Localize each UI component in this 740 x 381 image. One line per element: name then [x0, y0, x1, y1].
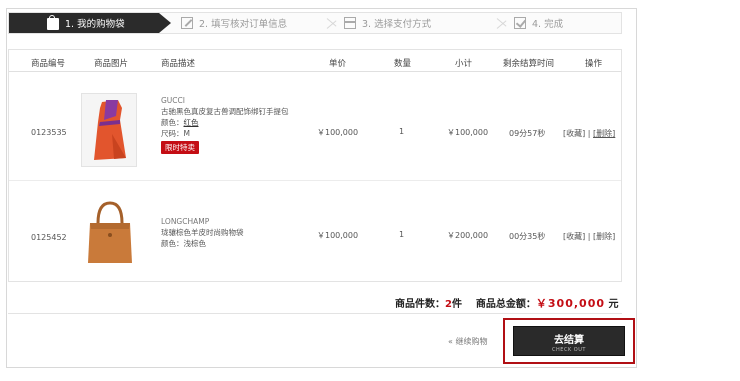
handbag-image	[88, 201, 132, 263]
continue-shopping-label: 继续购物	[455, 337, 488, 346]
item-count-label: 商品件数：	[395, 299, 445, 310]
product-brand: GUCCI	[161, 96, 185, 105]
total-currency: ￥	[535, 297, 548, 310]
row-actions: [收藏] | [删除]	[563, 231, 615, 242]
column-header: 小计	[455, 59, 473, 69]
total-label: 商品总金额：	[475, 299, 536, 310]
column-header: 单价	[329, 59, 347, 69]
checkout-label: 去结算	[554, 335, 584, 346]
step-arrow	[159, 13, 171, 33]
subtotal: ￥200,000	[447, 231, 489, 240]
step-fill-order-info: 2. 填写核对订单信息	[181, 13, 331, 33]
product-description: GUCCI 古驰黑色真皮复古兽调配饰绑钉手提包 颜色：红色 尺码：M 限时特卖	[161, 95, 289, 154]
delete-link[interactable]: [删除]	[593, 232, 615, 241]
time-remaining: 00分35秒	[509, 232, 546, 241]
checkout-highlight: 去结算 CHECK OUT	[503, 318, 635, 364]
time-remaining: 09分57秒	[509, 129, 546, 138]
product-size: 尺码：M	[161, 128, 289, 139]
divider	[8, 313, 622, 314]
total-unit: 元	[608, 299, 619, 310]
step-label: 1. 我的购物袋	[65, 19, 125, 30]
table-row: 0123535 GUCCI 古驰黑色真皮复古兽调配饰绑钉手提包 颜色：红色 尺码…	[9, 77, 621, 181]
step-choose-payment: 3. 选择支付方式	[344, 13, 484, 33]
product-color: 颜色：红色	[161, 117, 289, 128]
product-description: LONGCHAMP 珑骧棕色羊皮时尚购物袋 颜色：浅棕色	[161, 216, 244, 249]
card-icon	[344, 17, 356, 29]
shopping-bag-icon	[47, 15, 59, 30]
checkout-button[interactable]: 去结算 CHECK OUT	[513, 326, 625, 356]
favorite-link[interactable]: [收藏]	[563, 232, 585, 241]
double-chevron-left-icon: «	[448, 337, 453, 346]
product-brand: LONGCHAMP	[161, 217, 210, 226]
item-count-value: 2	[445, 299, 452, 310]
edit-icon	[181, 17, 193, 29]
column-header: 剩余结算时间	[503, 59, 555, 69]
product-image-dress[interactable]	[81, 93, 137, 167]
product-image-bag[interactable]	[81, 198, 137, 272]
delete-link[interactable]: [删除]	[593, 129, 615, 138]
step-label: 3. 选择支付方式	[362, 19, 432, 30]
color-label: 颜色：	[161, 239, 184, 248]
product-name: 珑骧棕色羊皮时尚购物袋	[161, 228, 244, 237]
step-chevron	[497, 13, 509, 33]
table-row: 0125452 LONGCHAMP 珑骧棕色羊皮时尚购物袋 颜色：浅棕色 ￥10…	[9, 182, 621, 286]
checkout-progress-steps: 1. 我的购物袋 2. 填写核对订单信息 3. 选择支付方式 4. 完成	[8, 12, 622, 34]
subtotal: ￥100,000	[447, 128, 489, 137]
step-shopping-bag: 1. 我的购物袋	[9, 13, 159, 33]
checkout-sub-label: CHECK OUT	[552, 347, 586, 353]
order-summary: 商品件数：2件 商品总金额：￥300,000 元	[395, 295, 619, 311]
product-color: 颜色：浅棕色	[161, 238, 244, 249]
unit-price: ￥100,000	[317, 231, 359, 240]
unit-price: ￥100,000	[317, 128, 359, 137]
row-actions: [收藏] | [删除]	[563, 128, 615, 139]
cart-table: 商品编号 商品图片 商品描述 单价 数量 小计 剩余结算时间 操作 012353…	[8, 49, 622, 282]
size-label: 尺码：	[161, 129, 184, 138]
color-value[interactable]: 红色	[184, 118, 199, 127]
flash-sale-badge: 限时特卖	[161, 141, 199, 154]
favorite-link[interactable]: [收藏]	[563, 129, 585, 138]
step-label: 4. 完成	[532, 19, 564, 30]
column-header: 数量	[394, 59, 412, 69]
table-header: 商品编号 商品图片 商品描述 单价 数量 小计 剩余结算时间 操作	[9, 50, 621, 72]
total-amount: 300,000	[547, 297, 606, 310]
separator: |	[587, 129, 591, 138]
product-name: 古驰黑色真皮复古兽调配饰绑钉手提包	[161, 107, 289, 116]
column-header: 商品图片	[94, 59, 129, 69]
size-value: M	[183, 129, 190, 138]
separator: |	[587, 232, 591, 241]
continue-shopping-link[interactable]: « 继续购物	[448, 336, 487, 347]
product-id: 0125452	[31, 233, 67, 242]
column-header: 商品编号	[31, 59, 66, 69]
quantity: 1	[399, 127, 405, 136]
color-value: 浅棕色	[183, 239, 207, 248]
check-icon	[514, 17, 526, 29]
dress-image	[94, 100, 126, 160]
product-id: 0123535	[31, 128, 67, 137]
column-header: 商品描述	[161, 59, 196, 69]
item-count-unit: 件	[451, 299, 462, 310]
step-complete: 4. 完成	[514, 13, 614, 33]
step-label: 2. 填写核对订单信息	[199, 19, 288, 30]
color-label: 颜色：	[161, 118, 184, 127]
quantity: 1	[399, 230, 405, 239]
column-header: 操作	[585, 59, 603, 69]
